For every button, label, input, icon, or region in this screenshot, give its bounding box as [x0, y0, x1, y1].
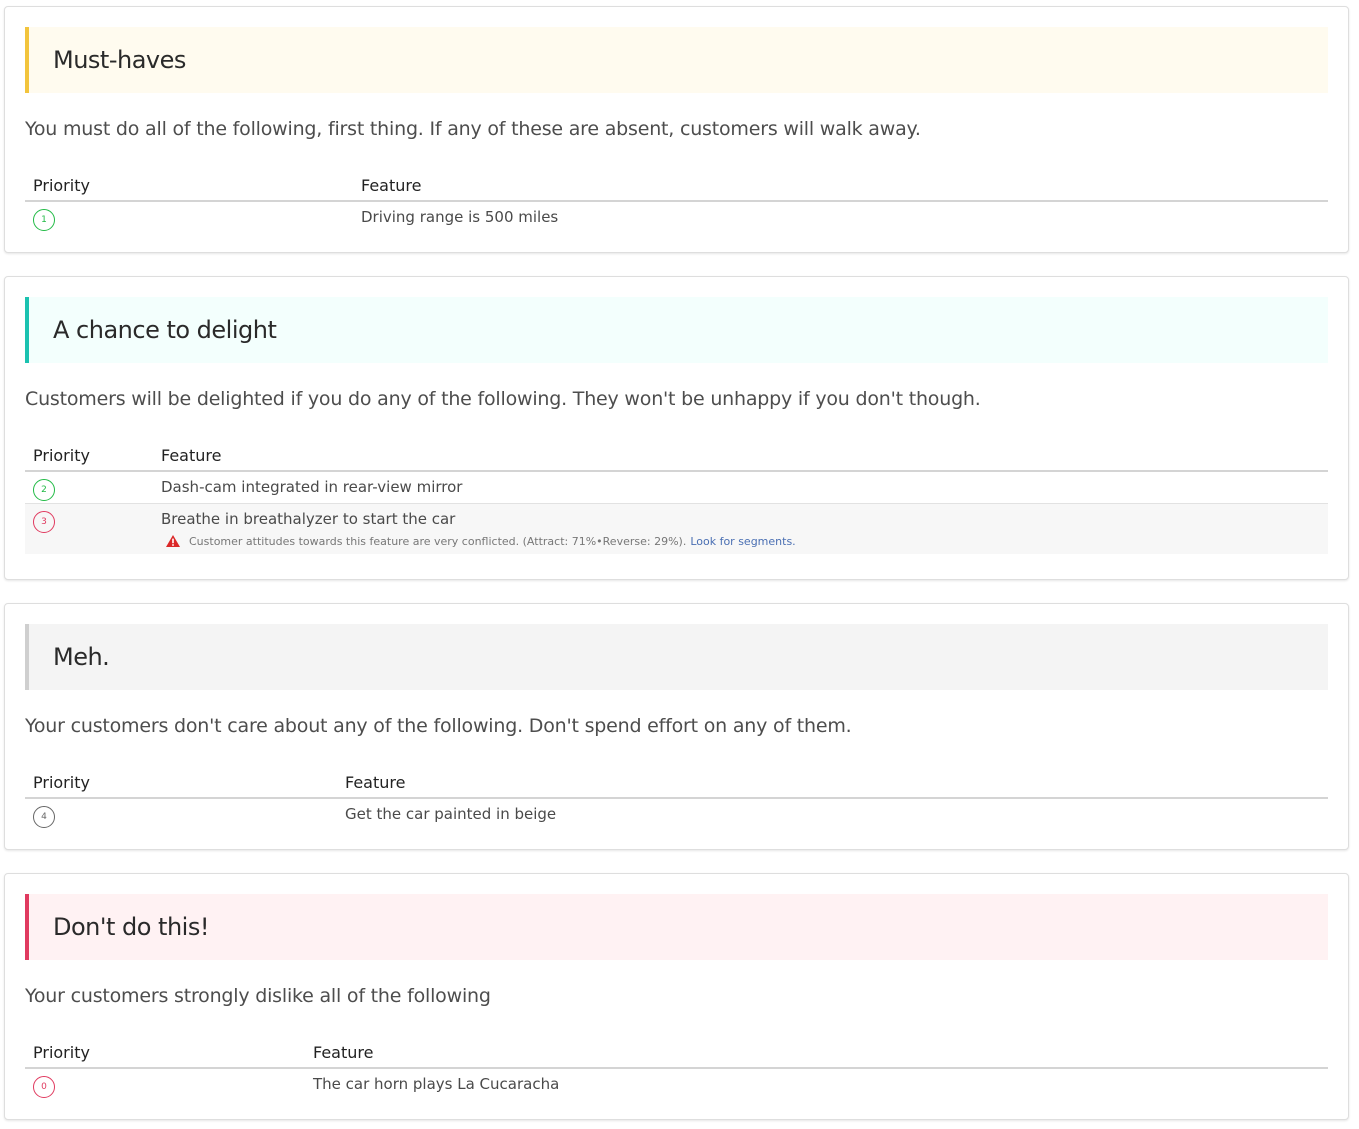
priority-badge: 0: [33, 1076, 55, 1098]
priority-badge: 4: [33, 806, 55, 828]
feature-table: Priority Feature 2 Dash-cam integrated i…: [25, 441, 1328, 554]
warning-text: Customer attitudes towards this feature …: [189, 534, 687, 548]
feature-header[interactable]: Feature: [305, 1038, 1328, 1069]
section-must-haves: Must-haves You must do all of the follow…: [4, 6, 1349, 253]
priority-badge: 3: [33, 510, 55, 533]
feature-text: Dash-cam integrated in rear-view mirror: [161, 478, 463, 496]
table-row: 0 The car horn plays La Cucaracha: [25, 1068, 1328, 1100]
feature-text: Get the car painted in beige: [345, 805, 557, 823]
section-title: Don't do this!: [53, 913, 209, 941]
feature-table: Priority Feature 1 Driving range is 500 …: [25, 171, 1328, 233]
conflict-warning: Customer attitudes towards this feature …: [161, 535, 1328, 554]
feature-text: Driving range is 500 miles: [361, 208, 559, 226]
table-row: 3 Breathe in breathalyzer to start the c…: [25, 502, 1328, 554]
section-description: You must do all of the following, first …: [25, 118, 921, 140]
feature-table: Priority Feature 0 The car horn plays La…: [25, 1038, 1328, 1100]
priority-badge: 1: [33, 209, 55, 231]
section-banner: Must-haves: [25, 27, 1328, 93]
feature-header[interactable]: Feature: [337, 768, 1328, 799]
priority-header[interactable]: Priority: [25, 1038, 305, 1069]
section-title: A chance to delight: [53, 316, 277, 344]
priority-header[interactable]: Priority: [25, 768, 337, 799]
section-banner: A chance to delight: [25, 297, 1328, 363]
feature-text: The car horn plays La Cucaracha: [313, 1075, 560, 1093]
feature-table: Priority Feature 4 Get the car painted i…: [25, 768, 1328, 830]
feature-header[interactable]: Feature: [353, 171, 1328, 202]
table-row: 1 Driving range is 500 miles: [25, 201, 1328, 233]
section-banner: Meh.: [25, 624, 1328, 690]
section-chance-to-delight: A chance to delight Customers will be de…: [4, 276, 1349, 580]
look-for-segments-link[interactable]: Look for segments.: [690, 535, 795, 548]
section-dont-do-this: Don't do this! Your customers strongly d…: [4, 873, 1349, 1120]
warning-icon: [166, 535, 180, 547]
section-meh: Meh. Your customers don't care about any…: [4, 603, 1349, 850]
table-row: 2 Dash-cam integrated in rear-view mirro…: [25, 471, 1328, 503]
section-description: Customers will be delighted if you do an…: [25, 388, 981, 410]
priority-badge: 2: [33, 479, 55, 501]
section-title: Must-haves: [53, 46, 186, 74]
priority-header[interactable]: Priority: [25, 171, 353, 202]
section-description: Your customers don't care about any of t…: [25, 715, 852, 737]
feature-text: Breathe in breathalyzer to start the car: [161, 509, 456, 528]
priority-header[interactable]: Priority: [25, 441, 153, 472]
section-description: Your customers strongly dislike all of t…: [25, 985, 491, 1007]
feature-header[interactable]: Feature: [153, 441, 1328, 472]
section-title: Meh.: [53, 643, 110, 671]
table-row: 4 Get the car painted in beige: [25, 798, 1328, 830]
section-banner: Don't do this!: [25, 894, 1328, 960]
